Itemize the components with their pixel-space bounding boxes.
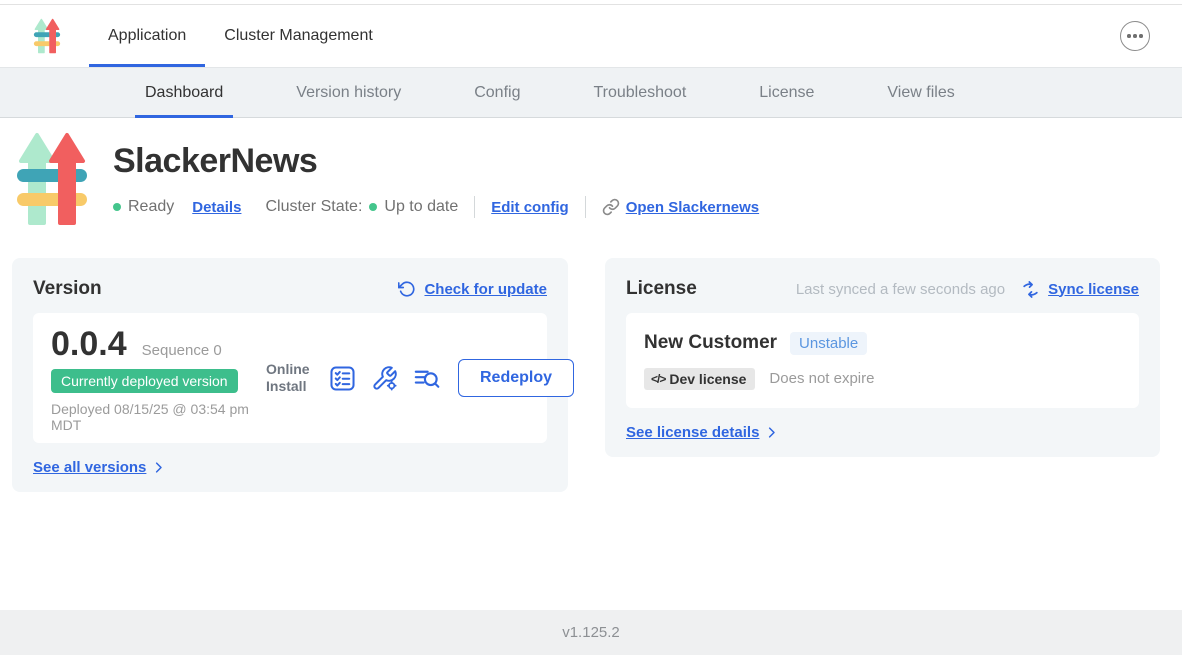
details-link[interactable]: Details [192,199,241,216]
version-card-title: Version [33,278,102,300]
license-expiry-text: Does not expire [769,370,874,387]
app-logo[interactable] [33,5,61,67]
cluster-state-value: Up to date [384,198,458,216]
sync-arrows-icon [1021,280,1040,299]
tab-config-label: Config [474,84,520,102]
currently-deployed-badge: Currently deployed version [51,369,238,393]
link-chain-icon [602,198,620,216]
edit-config-link[interactable]: Edit config [491,199,569,216]
preflight-checks-icon[interactable] [329,365,356,392]
see-all-versions-link[interactable]: See all versions [33,459,166,476]
open-app-link[interactable]: Open Slackernews [602,198,759,216]
tab-dashboard-label: Dashboard [145,84,223,102]
license-card-title: License [626,278,697,300]
chevron-right-icon [151,460,166,475]
ellipsis-icon [1127,34,1131,38]
last-synced-text: Last synced a few seconds ago [796,281,1005,298]
sync-license-link[interactable]: Sync license [1048,281,1139,298]
cluster-state-label: Cluster State: [265,198,362,216]
footer: v1.125.2 [0,610,1182,655]
tab-application-label: Application [108,27,186,45]
redeploy-button[interactable]: Redeploy [458,359,574,397]
refresh-icon [398,280,416,298]
see-license-details-link[interactable]: See license details [626,424,779,441]
top-navigation: Application Cluster Management [0,5,1182,67]
tab-license[interactable]: License [759,68,814,117]
tab-application[interactable]: Application [89,5,205,67]
tab-view-files[interactable]: View files [887,68,954,117]
tab-cluster-management-label: Cluster Management [224,27,373,45]
topnav-tabs: Application Cluster Management [89,5,392,67]
code-icon: </> [651,372,665,386]
tab-version-history[interactable]: Version history [296,68,401,117]
tab-view-files-label: View files [887,84,954,102]
tab-version-history-label: Version history [296,84,401,102]
customer-name: New Customer [644,332,777,354]
app-header: SlackerNews Ready Details Cluster State:… [15,131,759,227]
app-icon [15,131,89,227]
tab-troubleshoot[interactable]: Troubleshoot [593,68,686,117]
see-all-versions-label: See all versions [33,459,146,476]
tab-dashboard[interactable]: Dashboard [145,68,223,117]
slackernews-logo-icon [33,18,61,54]
ellipsis-icon [1133,34,1137,38]
version-number: 0.0.4 [51,325,127,364]
channel-badge: Unstable [790,332,867,355]
app-status-row: Ready Details Cluster State: Up to date … [113,196,759,218]
license-type-badge: </> Dev license [644,368,755,390]
check-for-update-link[interactable]: Check for update [424,281,547,298]
tab-cluster-management[interactable]: Cluster Management [205,5,392,67]
open-app-link-label: Open Slackernews [626,199,759,216]
deployed-timestamp: Deployed 08/15/25 @ 03:54 pm MDT [51,401,266,433]
install-type-label: Online Install [266,361,314,395]
tab-config[interactable]: Config [474,68,520,117]
app-sub-navigation: Dashboard Version history Config Trouble… [0,67,1182,118]
see-license-details-label: See license details [626,424,759,441]
sequence-label: Sequence 0 [142,342,222,359]
console-version-text: v1.125.2 [562,624,620,641]
ready-status-label: Ready [128,198,174,216]
view-logs-icon[interactable] [413,365,440,392]
license-card: License Last synced a few seconds ago Sy… [605,258,1160,457]
cluster-state-dot [369,203,377,211]
config-wrench-icon[interactable] [371,365,398,392]
divider [474,196,475,218]
tab-troubleshoot-label: Troubleshoot [593,84,686,102]
tab-license-label: License [759,84,814,102]
chevron-right-icon [764,425,779,440]
page-title: SlackerNews [113,142,759,181]
license-summary-panel: New Customer Unstable </> Dev license Do… [626,313,1139,408]
ready-status-dot [113,203,121,211]
overflow-menu-button[interactable] [1120,21,1150,51]
license-type-label: Dev license [669,371,746,387]
divider [585,196,586,218]
version-card: Version Check for update 0.0.4 Sequence … [12,258,568,492]
current-version-panel: 0.0.4 Sequence 0 Currently deployed vers… [33,313,547,443]
ellipsis-icon [1139,34,1143,38]
